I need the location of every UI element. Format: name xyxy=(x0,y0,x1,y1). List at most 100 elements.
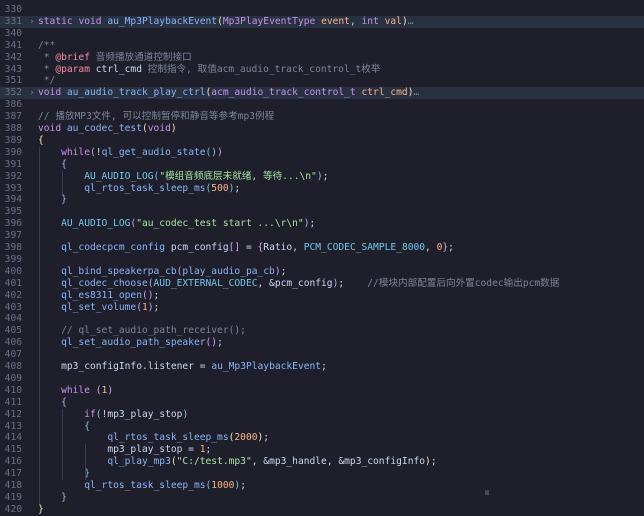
code-token: ; xyxy=(322,170,329,182)
code-line[interactable]: 352 › void au_audio_track_play_ctrl(acm_au… xyxy=(0,87,644,100)
line-number: 393 xyxy=(4,182,22,194)
code-token: while xyxy=(61,384,96,396)
code-token: ; xyxy=(205,444,212,456)
code-line[interactable]: 404 xyxy=(0,313,644,325)
code-token: ql_bind_speakerpa_cb xyxy=(61,265,177,277)
code-line[interactable]: 389 { xyxy=(0,135,644,147)
code-line[interactable]: 387 // 播放MP3文件, 可以控制暂停和静音等参考mp3例程 xyxy=(0,111,644,123)
code-token: "au_codec_test start ...\r\n" xyxy=(136,218,304,230)
code-line[interactable]: 417 } xyxy=(0,468,644,480)
code-token: { xyxy=(38,134,44,146)
code-token: , & xyxy=(257,277,275,289)
code-text: ql_rtos_task_sleep_ms(2000); xyxy=(38,432,269,444)
code-line[interactable]: 394 } xyxy=(0,194,644,206)
code-line[interactable]: 340 xyxy=(0,28,644,40)
code-text: // ql_set_audio_path_receiver(); xyxy=(38,325,246,337)
code-text: ql_es8311_open(); xyxy=(38,290,159,302)
code-token: 控制指令, 取值acm_audio_track_control_t枚举 xyxy=(141,63,381,75)
code-line[interactable]: 403 ql_set_volume(1); xyxy=(0,302,644,314)
code-token: ql_codec_choose xyxy=(61,277,148,289)
code-line[interactable]: 343 * @param ctrl_cmd 控制指令, 取值acm_audio_… xyxy=(0,64,644,76)
code-line[interactable]: 413 { xyxy=(0,421,644,433)
code-line[interactable]: 415 mp3_play_stop = 1; xyxy=(0,444,644,456)
code-line[interactable]: 341 /** xyxy=(0,40,644,52)
code-line[interactable]: 398 ql_codecpcm_config pcm_config[] = {R… xyxy=(0,242,644,254)
code-token: int xyxy=(361,15,385,27)
code-token: ) xyxy=(217,146,223,158)
code-text: { xyxy=(38,159,67,171)
code-token: ; xyxy=(153,289,160,301)
code-line[interactable]: 406 ql_set_audio_path_speaker(); xyxy=(0,337,644,349)
code-line[interactable]: 420} xyxy=(0,504,644,516)
code-line[interactable]: 392 AU_AUDIO_LOG("模组音频底层未就绪, 等待...\n"); xyxy=(0,171,644,183)
code-token: ; xyxy=(280,265,287,277)
line-number: 420 xyxy=(4,503,22,515)
code-text: { xyxy=(38,397,67,409)
code-text: ql_codecpcm_config pcm_config[] = {Ratio… xyxy=(38,242,454,254)
line-number: 403 xyxy=(4,301,22,313)
code-line[interactable]: 331 › static void au_Mp3PlaybackEvent(Mp3P… xyxy=(0,15,644,28)
code-token: ) xyxy=(107,384,114,396)
code-line[interactable]: 410 while (1) xyxy=(0,385,644,397)
code-token: , & xyxy=(326,456,345,468)
code-token: 音频播放通道控制接口 xyxy=(89,51,192,63)
line-number: 416 xyxy=(4,456,22,468)
code-line[interactable]: 396 AU_AUDIO_LOG("au_codec_test start ..… xyxy=(0,218,644,230)
code-line[interactable]: 399 xyxy=(0,254,644,266)
code-text: ql_set_audio_path_speaker(); xyxy=(38,337,223,349)
code-token: () xyxy=(205,146,218,158)
code-line[interactable]: 397 xyxy=(0,230,644,242)
code-token: ) xyxy=(170,123,177,134)
code-text: ql_codec_choose(AUD_EXTERNAL_CODEC, &pcm… xyxy=(38,278,559,290)
code-line[interactable]: 418 ql_rtos_task_sleep_ms(1000); xyxy=(0,480,644,492)
code-line[interactable]: 330 xyxy=(0,4,644,16)
code-line[interactable]: 408 mp3_configInfo.listener = au_Mp3Play… xyxy=(0,361,644,373)
code-line[interactable]: 409 xyxy=(0,373,644,385)
code-token: static xyxy=(38,15,79,27)
code-line[interactable]: 401 ql_codec_choose(AUD_EXTERNAL_CODEC, … xyxy=(0,278,644,290)
indent-guide xyxy=(62,408,64,480)
line-number: 406 xyxy=(4,337,22,349)
code-token: ql_codecpcm_config xyxy=(61,242,171,253)
code-line[interactable]: 391 { xyxy=(0,159,644,171)
code-token: 500 xyxy=(211,182,229,194)
line-number: 395 xyxy=(4,206,22,218)
code-line[interactable]: 414 ql_rtos_task_sleep_ms(2000); xyxy=(0,432,644,444)
code-token: { xyxy=(61,396,67,408)
code-line[interactable]: 390 while(!ql_get_audio_state()) xyxy=(0,147,644,159)
code-line[interactable]: 395 xyxy=(0,206,644,218)
code-line[interactable]: 342 * @brief 音频播放通道控制接口 xyxy=(0,52,644,64)
code-text: // 播放MP3文件, 可以控制暂停和静音等参考mp3例程 xyxy=(38,111,274,123)
code-token: au_audio_track_play_ctrl xyxy=(66,87,206,99)
line-number: 413 xyxy=(4,420,22,432)
indent-guide xyxy=(85,444,87,480)
fold-chevron-icon[interactable]: › xyxy=(27,16,37,28)
code-line[interactable]: 351 */ xyxy=(0,75,644,87)
fold-chevron-icon[interactable]: › xyxy=(27,87,37,99)
code-line[interactable]: 400 ql_bind_speakerpa_cb(play_audio_pa_c… xyxy=(0,266,644,278)
code-line[interactable]: 407 xyxy=(0,349,644,361)
code-line[interactable]: 388 void au_codec_test(void) xyxy=(0,123,644,135)
code-token: * xyxy=(38,63,56,75)
code-line[interactable]: 416 ql_play_mp3("C:/test.mp3", &mp3_hand… xyxy=(0,456,644,468)
line-number: 400 xyxy=(4,265,22,277)
code-line[interactable]: 411 { xyxy=(0,397,644,409)
code-line[interactable]: 412 if(!mp3_play_stop) xyxy=(0,409,644,421)
code-text: { xyxy=(38,421,90,433)
code-text: while(!ql_get_audio_state()) xyxy=(38,147,223,159)
code-line[interactable]: 402 ql_es8311_open(); xyxy=(0,290,644,302)
code-line[interactable]: 419 } xyxy=(0,492,644,504)
code-token: { xyxy=(61,158,67,170)
code-line[interactable]: 393 ql_rtos_task_sleep_ms(500); xyxy=(0,183,644,195)
code-text: mp3_play_stop = 1; xyxy=(38,444,211,456)
code-editor[interactable]: 330 331 › static void au_Mp3PlaybackEvent(M… xyxy=(0,0,644,515)
code-line[interactable]: 405 // ql_set_audio_path_receiver(); xyxy=(0,325,644,337)
code-line[interactable]: 386 xyxy=(0,99,644,111)
code-token: [] xyxy=(228,242,241,253)
